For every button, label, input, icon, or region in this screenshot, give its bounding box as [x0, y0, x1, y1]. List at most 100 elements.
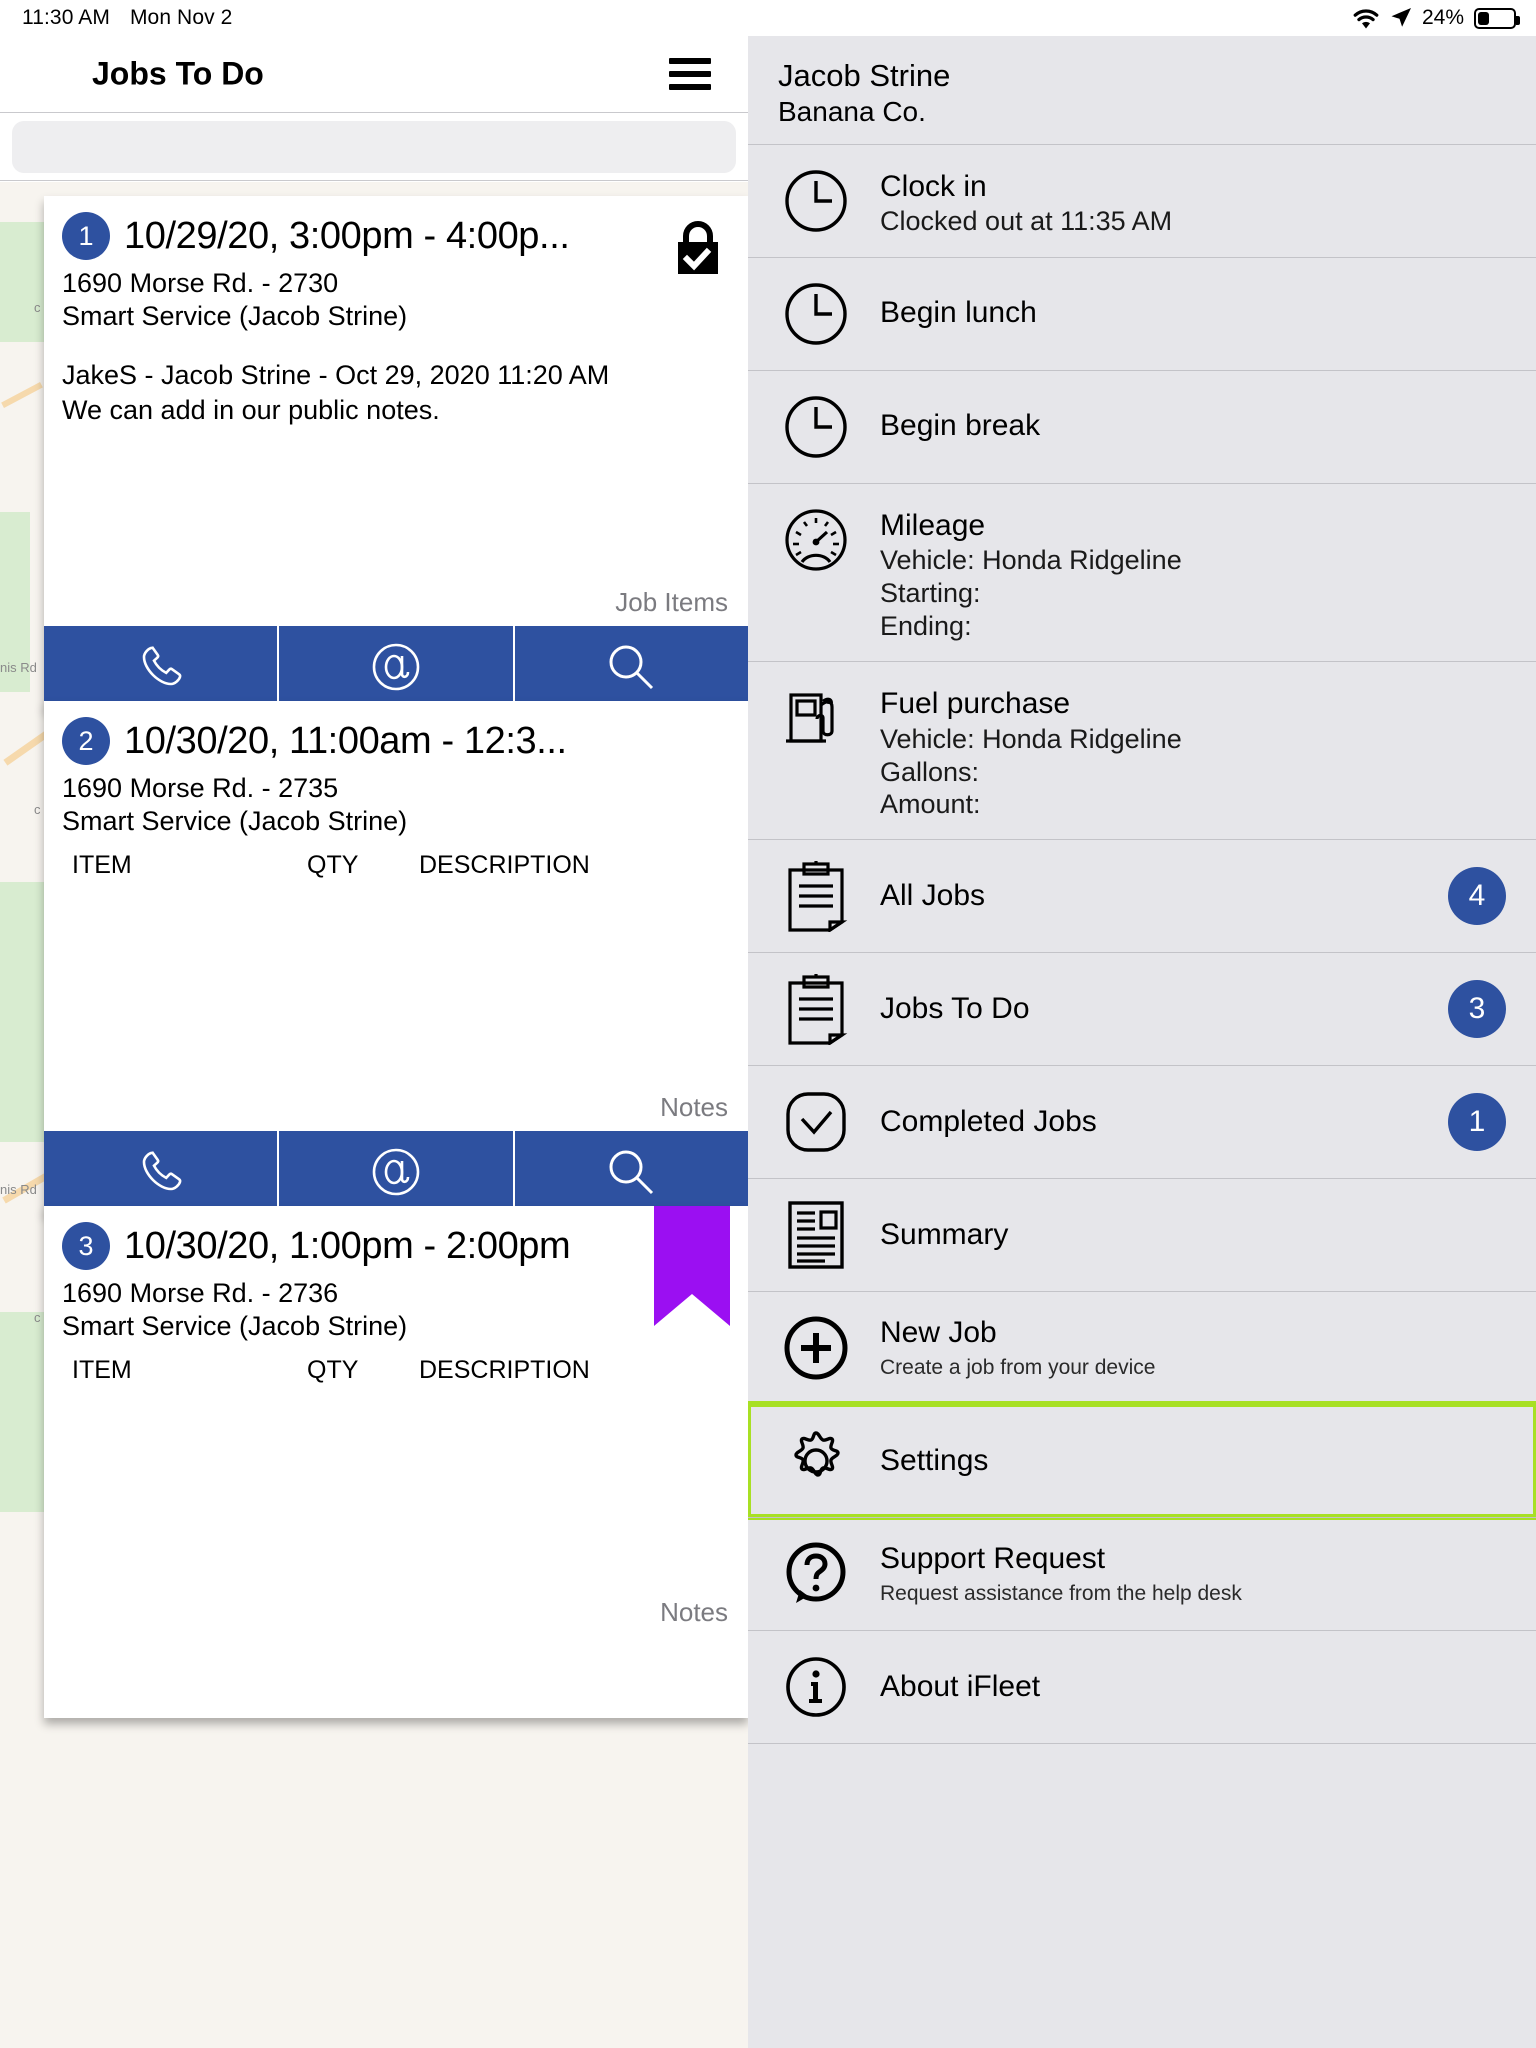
job-card-list[interactable]: 1 10/29/20, 3:00pm - 4:00p... 1690 Morse…	[0, 182, 748, 2048]
column-header-description: DESCRIPTION	[419, 851, 590, 879]
menu-item-about-ifleet[interactable]: About iFleet	[748, 1630, 1536, 1743]
job-card-foot-label: Job Items	[615, 587, 728, 617]
menu-item-text: Begin lunch	[880, 295, 1512, 332]
menu-item-text: About iFleet	[880, 1669, 1512, 1706]
job-items-table-header: ITEM QTY DESCRIPTION	[62, 1356, 730, 1385]
location-arrow-icon	[1390, 7, 1412, 29]
menu-item-clock-in[interactable]: Clock in Clocked out at 11:35 AM	[748, 143, 1536, 257]
job-sequence-badge: 1	[62, 212, 110, 260]
lock-checked-icon	[670, 218, 726, 281]
menu-item-text: All Jobs	[880, 878, 1422, 915]
job-note-line: We can add in our public notes.	[62, 394, 440, 425]
menu-item-badge: 4	[1448, 867, 1506, 926]
hamburger-menu-icon[interactable]	[669, 58, 711, 90]
status-bar: 11:30 AM Mon Nov 2 24%	[0, 0, 1536, 36]
mileage-ending: Ending:	[880, 611, 972, 642]
mileage-vehicle: Vehicle: Honda Ridgeline	[880, 545, 1182, 576]
job-card-foot-label: Notes	[660, 1597, 728, 1627]
job-address: 1690 Morse Rd. - 2736	[62, 1278, 339, 1308]
job-card-foot-label: Notes	[660, 1092, 728, 1122]
menu-item-completed-jobs[interactable]: Completed Jobs 1	[748, 1065, 1536, 1178]
menu-item-mileage[interactable]: Mileage Vehicle: Honda Ridgeline Startin…	[748, 482, 1536, 661]
column-header-item: ITEM	[72, 851, 132, 879]
job-card-body: 2 10/30/20, 11:00am - 12:3... 1690 Morse…	[44, 701, 748, 1131]
user-name: Jacob Strine	[778, 58, 951, 93]
menu-item-text: Settings	[880, 1443, 1512, 1480]
side-menu[interactable]: Jacob Strine Banana Co. Clock in Clocked…	[748, 36, 1536, 2048]
column-header-qty: QTY	[307, 1356, 359, 1384]
menu-item-label: Support Request	[880, 1542, 1106, 1576]
job-card[interactable]: 3 10/30/20, 1:00pm - 2:00pm 1690 Morse R…	[44, 1206, 748, 1718]
column-header-qty: QTY	[307, 851, 359, 879]
menu-item-label: Clock in	[880, 169, 987, 203]
check-circle-icon	[778, 1084, 854, 1160]
menu-item-text: Jobs To Do	[880, 991, 1422, 1028]
menu-item-support-request[interactable]: Support Request Request assistance from …	[748, 1517, 1536, 1630]
menu-item-new-job[interactable]: New Job Create a job from your device	[748, 1291, 1536, 1404]
job-action-bar[interactable]	[44, 626, 748, 708]
menu-item-fuel-purchase[interactable]: Fuel purchase Vehicle: Honda Ridgeline G…	[748, 661, 1536, 839]
job-card[interactable]: 2 10/30/20, 11:00am - 12:3... 1690 Morse…	[44, 701, 748, 1213]
email-icon[interactable]	[279, 626, 515, 708]
menu-item-text: Begin break	[880, 408, 1512, 445]
menu-item-text: Support Request Request assistance from …	[880, 1541, 1512, 1607]
job-card-header: 3 10/30/20, 1:00pm - 2:00pm	[62, 1222, 730, 1270]
column-header-description: DESCRIPTION	[419, 1356, 590, 1384]
clock-icon	[778, 276, 854, 352]
question-circle-icon	[778, 1536, 854, 1612]
menu-item-label: Settings	[880, 1444, 989, 1478]
job-public-notes: JakeS - Jacob Strine - Oct 29, 2020 11:2…	[62, 358, 730, 427]
page-title: Jobs To Do	[92, 55, 264, 92]
menu-item-sub: Clocked out at 11:35 AM	[880, 206, 1173, 237]
menu-item-label: New Job	[880, 1316, 997, 1350]
fuel-gallons: Gallons:	[880, 756, 980, 787]
status-bar-left: 11:30 AM Mon Nov 2	[0, 6, 232, 30]
speedometer-icon	[778, 502, 854, 578]
menu-item-label: Summary	[880, 1218, 1009, 1252]
status-bar-right: 24%	[1352, 6, 1536, 30]
job-note-line: JakeS - Jacob Strine - Oct 29, 2020 11:2…	[62, 360, 610, 390]
menu-item-badge: 1	[1448, 1093, 1506, 1152]
nav-bar: Jobs To Do	[0, 36, 748, 113]
menu-item-jobs-to-do[interactable]: Jobs To Do 3	[748, 952, 1536, 1065]
job-card[interactable]: 1 10/29/20, 3:00pm - 4:00p... 1690 Morse…	[44, 196, 748, 708]
phone-icon[interactable]	[44, 626, 280, 708]
company-name: Banana Co.	[778, 95, 926, 127]
battery-icon	[1474, 7, 1520, 29]
menu-item-label: All Jobs	[880, 879, 986, 913]
job-address: 1690 Morse Rd. - 2735	[62, 773, 339, 803]
email-icon[interactable]	[279, 1131, 515, 1213]
job-card-body: 3 10/30/20, 1:00pm - 2:00pm 1690 Morse R…	[44, 1206, 748, 1636]
job-customer: Smart Service (Jacob Strine)	[62, 301, 408, 331]
menu-item-label: Begin lunch	[880, 296, 1037, 330]
menu-item-summary[interactable]: Summary	[748, 1178, 1536, 1291]
job-address: 1690 Morse Rd. - 2730	[62, 268, 339, 298]
job-customer: Smart Service (Jacob Strine)	[62, 1311, 408, 1341]
status-time: 11:30 AM	[22, 6, 110, 29]
menu-item-all-jobs[interactable]: All Jobs 4	[748, 839, 1536, 952]
menu-item-settings[interactable]: Settings	[748, 1401, 1536, 1521]
search-icon[interactable]	[515, 626, 748, 708]
search-zone	[0, 113, 748, 181]
phone-icon[interactable]	[44, 1131, 280, 1213]
column-header-item: ITEM	[72, 1356, 132, 1384]
menu-item-label: Completed Jobs	[880, 1105, 1097, 1139]
menu-item-label: Mileage	[880, 508, 986, 542]
clock-icon	[778, 163, 854, 239]
document-icon	[778, 1197, 854, 1273]
menu-item-text: Mileage Vehicle: Honda Ridgeline Startin…	[880, 502, 1512, 643]
job-sequence-badge: 3	[62, 1222, 110, 1270]
search-input[interactable]	[12, 120, 736, 173]
wifi-icon	[1352, 8, 1380, 29]
plus-circle-icon	[778, 1310, 854, 1386]
battery-percent: 24%	[1421, 6, 1464, 29]
menu-item-begin-break[interactable]: Begin break	[748, 369, 1536, 483]
job-time-range: 10/29/20, 3:00pm - 4:00p...	[124, 214, 570, 257]
job-sequence-badge: 2	[62, 717, 110, 765]
menu-item-text: New Job Create a job from your device	[880, 1315, 1512, 1381]
job-action-bar[interactable]	[44, 1131, 748, 1213]
menu-item-begin-lunch[interactable]: Begin lunch	[748, 256, 1536, 370]
clipboard-icon	[778, 858, 854, 934]
menu-item-label: Fuel purchase	[880, 687, 1071, 721]
search-icon[interactable]	[515, 1131, 748, 1213]
